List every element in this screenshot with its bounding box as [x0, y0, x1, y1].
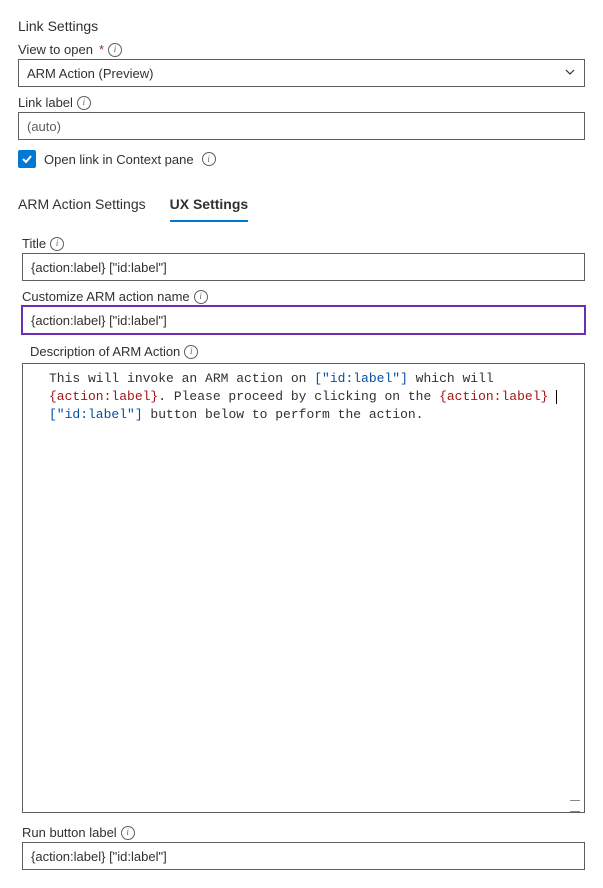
tab-arm-action-settings[interactable]: ARM Action Settings [18, 190, 146, 222]
info-icon[interactable]: i [202, 152, 216, 166]
run-button-label-input[interactable]: {action:label} ["id:label"] [22, 842, 585, 870]
tab-ux-settings[interactable]: UX Settings [170, 190, 249, 222]
description-textarea[interactable]: This will invoke an ARM action on ["id:l… [22, 363, 585, 813]
link-label-label: Link label i [18, 95, 585, 110]
info-icon[interactable]: i [194, 290, 208, 304]
run-button-label-label: Run button label i [22, 825, 585, 840]
scrollbar-handle[interactable] [570, 800, 580, 812]
info-icon[interactable]: i [184, 345, 198, 359]
customize-arm-action-name-input[interactable]: {action:label} ["id:label"] [22, 306, 585, 334]
page-title: Link Settings [18, 18, 585, 34]
link-label-input[interactable]: (auto) [18, 112, 585, 140]
customize-arm-action-name-label: Customize ARM action name i [22, 289, 585, 304]
info-icon[interactable]: i [121, 826, 135, 840]
info-icon[interactable]: i [50, 237, 64, 251]
description-label: Description of ARM Action i [22, 344, 585, 359]
view-to-open-label: View to open* i [18, 42, 585, 57]
open-context-checkbox[interactable] [18, 150, 36, 168]
required-asterisk: * [99, 42, 104, 57]
info-icon[interactable]: i [77, 96, 91, 110]
title-label: Title i [22, 236, 585, 251]
chevron-down-icon [564, 66, 576, 81]
open-context-label: Open link in Context pane [44, 152, 194, 167]
title-input[interactable]: {action:label} ["id:label"] [22, 253, 585, 281]
view-to-open-select[interactable]: ARM Action (Preview) [18, 59, 585, 87]
info-icon[interactable]: i [108, 43, 122, 57]
